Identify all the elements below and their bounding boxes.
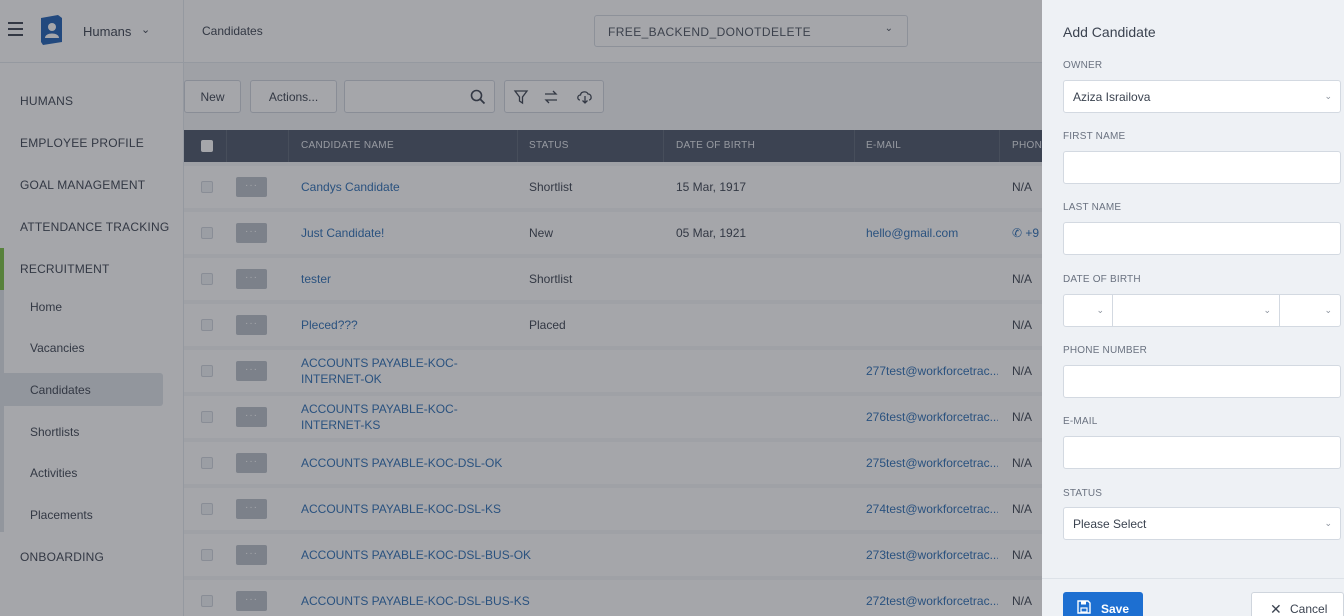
owner-select[interactable]: Aziza Israilova ⌄ (1063, 80, 1341, 113)
chevron-down-icon: ⌄ (1324, 305, 1332, 315)
cancel-button[interactable]: ✕ Cancel (1251, 592, 1344, 616)
chevron-down-icon: ⌄ (1324, 91, 1332, 101)
panel-title: Add Candidate (1063, 24, 1156, 40)
phone-number-label: PHONE NUMBER (1063, 345, 1148, 356)
footer-divider (1042, 578, 1344, 579)
save-button-label: Save (1101, 602, 1130, 616)
chevron-down-icon: ⌄ (1324, 518, 1332, 528)
owner-select-value: Aziza Israilova (1073, 90, 1151, 104)
close-icon: ✕ (1270, 601, 1282, 616)
email-field[interactable] (1063, 436, 1341, 469)
phone-number-field[interactable] (1063, 365, 1341, 398)
modal-backdrop[interactable] (0, 0, 1042, 616)
status-label: STATUS (1063, 488, 1103, 499)
dob-month-select[interactable]: ⌄ (1112, 294, 1280, 327)
save-icon (1077, 600, 1091, 614)
dob-year-select[interactable]: ⌄ (1279, 294, 1341, 327)
chevron-down-icon: ⌄ (1263, 305, 1271, 315)
add-candidate-panel: Add Candidate OWNER Aziza Israilova ⌄ FI… (1042, 0, 1344, 616)
dob-day-select[interactable]: ⌄ (1063, 294, 1113, 327)
email-label: E-MAIL (1063, 416, 1098, 427)
last-name-label: LAST NAME (1063, 202, 1122, 213)
status-select[interactable]: Please Select ⌄ (1063, 507, 1341, 540)
last-name-field[interactable] (1063, 222, 1341, 255)
date-of-birth-label: DATE OF BIRTH (1063, 274, 1141, 285)
status-select-value: Please Select (1073, 517, 1147, 531)
first-name-field[interactable] (1063, 151, 1341, 184)
save-button[interactable]: Save (1063, 592, 1143, 616)
chevron-down-icon: ⌄ (1096, 305, 1104, 315)
owner-label: OWNER (1063, 60, 1103, 71)
cancel-button-label: Cancel (1290, 602, 1328, 616)
first-name-label: FIRST NAME (1063, 131, 1126, 142)
